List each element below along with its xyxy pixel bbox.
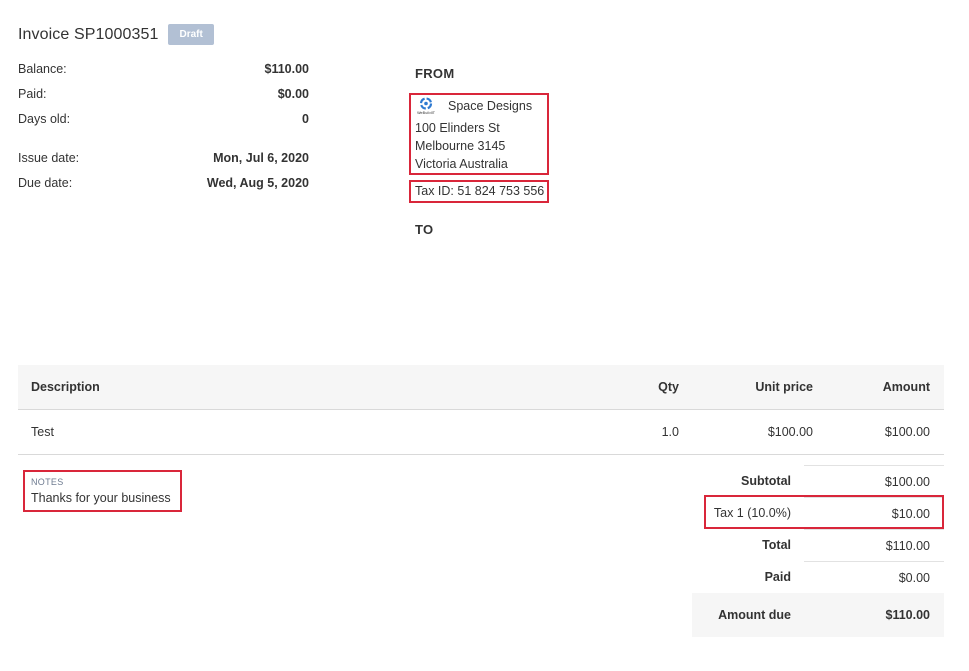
col-description: Description	[31, 380, 100, 394]
invoice-header: Invoice SP1000351 Draft	[18, 24, 214, 45]
subtotal-row: Subtotal $100.00	[692, 465, 944, 497]
company-logo: WeBuildIT	[415, 97, 437, 115]
due-date-row: Due date: Wed, Aug 5, 2020	[18, 176, 309, 201]
total-value: $110.00	[804, 529, 944, 561]
issue-date-label: Issue date:	[18, 151, 80, 165]
subtotal-value: $100.00	[804, 465, 944, 497]
address-line-2: Melbourne 3145	[415, 139, 506, 153]
col-amount: Amount	[882, 380, 930, 394]
days-old-row: Days old: 0	[18, 112, 309, 137]
paid-value: $0.00	[277, 87, 309, 101]
item-amount: $100.00	[884, 425, 930, 439]
paid-row: Paid: $0.00	[18, 87, 309, 112]
table-header: Description Qty Unit price Amount	[18, 365, 944, 410]
address-line-3: Victoria Australia	[415, 157, 508, 171]
company-name: Space Designs	[448, 99, 533, 113]
address-line-1: 100 Elinders St	[415, 121, 500, 135]
balance-label: Balance:	[18, 62, 67, 76]
col-qty: Qty	[658, 380, 679, 394]
paid-total-value: $0.00	[804, 561, 944, 593]
balance-value: $110.00	[264, 62, 310, 76]
invoice-title: Invoice SP1000351	[18, 25, 159, 43]
to-heading: TO	[415, 222, 434, 237]
due-date-label: Due date:	[18, 176, 73, 190]
paid-total-label: Paid	[764, 570, 791, 584]
item-unit-price: $100.00	[767, 425, 813, 439]
tax-id: Tax ID: 51 824 753 556	[415, 184, 545, 198]
total-row: Total $110.00	[692, 529, 944, 561]
issue-date-row: Issue date: Mon, Jul 6, 2020	[18, 151, 309, 176]
subtotal-label: Subtotal	[741, 474, 791, 488]
table-row: Test 1.0 $100.00 $100.00	[18, 410, 944, 455]
due-date-value: Wed, Aug 5, 2020	[206, 176, 309, 190]
from-address: WeBuildIT Space Designs 100 Elinders St …	[415, 97, 532, 173]
status-badge: Draft	[168, 24, 214, 45]
notes-label: NOTES	[31, 477, 64, 487]
notes-text: Thanks for your business	[31, 491, 171, 505]
item-description: Test	[31, 425, 54, 439]
invoice-summary: Balance: $110.00 Paid: $0.00 Days old: 0…	[18, 62, 309, 201]
amount-due-row: Amount due $110.00	[692, 593, 944, 637]
from-heading: FROM	[415, 66, 455, 81]
paid-label: Paid:	[18, 87, 47, 101]
total-label: Total	[762, 538, 791, 552]
amount-due-value: $110.00	[885, 608, 931, 622]
line-items-table: Description Qty Unit price Amount Test 1…	[18, 365, 944, 455]
company-logo-text: WeBuildIT	[417, 111, 436, 115]
company-line: WeBuildIT Space Designs	[415, 97, 532, 115]
amount-due-label: Amount due	[718, 608, 791, 622]
col-unit-price: Unit price	[755, 380, 813, 394]
item-qty: 1.0	[661, 425, 679, 439]
totals-table: Subtotal $100.00 Tax 1 (10.0%) $10.00 To…	[692, 465, 944, 637]
days-old-label: Days old:	[18, 112, 71, 126]
tax-highlight	[704, 495, 944, 529]
balance-row: Balance: $110.00	[18, 62, 309, 87]
paid-total-row: Paid $0.00	[692, 561, 944, 593]
issue-date-value: Mon, Jul 6, 2020	[213, 151, 309, 165]
days-old-value: 0	[302, 112, 309, 126]
